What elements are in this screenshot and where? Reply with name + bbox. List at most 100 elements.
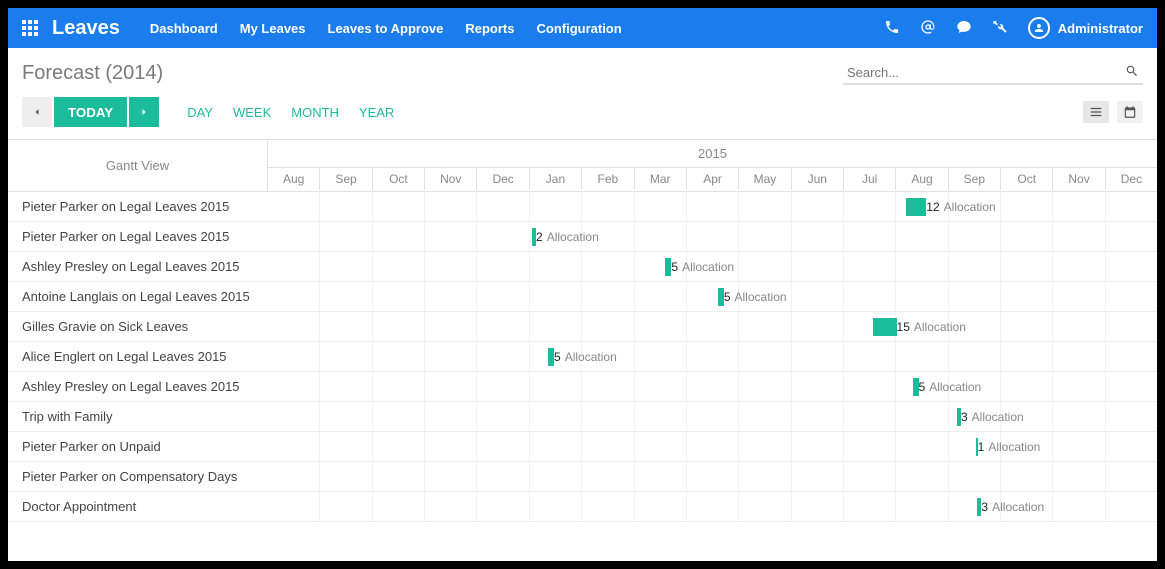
gantt-row-label: Pieter Parker on Compensatory Days (8, 469, 268, 484)
gantt-row: Ashley Presley on Legal Leaves 2015 5 All… (8, 372, 1157, 402)
main-menu: Dashboard My Leaves Leaves to Approve Re… (150, 21, 884, 36)
gantt-year-header: 2015 (268, 140, 1157, 168)
gantt-track: 5 Allocation (268, 342, 1157, 371)
search-box[interactable] (843, 62, 1143, 85)
nav-right-icons: Administrator (884, 17, 1143, 39)
gantt-row: Alice Englert on Legal Leaves 2015 5 Allo… (8, 342, 1157, 372)
gantt-row-label: Pieter Parker on Unpaid (8, 439, 268, 454)
chat-icon[interactable] (956, 19, 972, 38)
gantt-track: 5 Allocation (268, 282, 1157, 311)
next-button[interactable] (129, 97, 159, 127)
gantt-track: 5 Allocation (268, 252, 1157, 281)
allocation-bar[interactable] (906, 198, 926, 216)
apps-icon[interactable] (22, 20, 38, 36)
month-header-cell: Oct (372, 168, 424, 190)
range-year[interactable]: YEAR (359, 105, 394, 120)
tools-icon[interactable] (992, 19, 1008, 38)
gantt-track: 15 Allocation (268, 312, 1157, 341)
month-header-cell: Nov (1052, 168, 1104, 190)
month-header-cell: Jun (791, 168, 843, 190)
month-header-cell: Mar (634, 168, 686, 190)
gantt-track: 5 Allocation (268, 372, 1157, 401)
month-header-cell: Apr (686, 168, 738, 190)
gantt-row: Pieter Parker on Unpaid 1 Allocation (8, 432, 1157, 462)
month-header-cell: Oct (1000, 168, 1052, 190)
gantt-body: Pieter Parker on Legal Leaves 2015 12 All… (8, 192, 1157, 522)
menu-dashboard[interactable]: Dashboard (150, 21, 218, 36)
gantt-month-header: AugSepOctNovDecJanFebMarAprMayJunJulAugS… (268, 168, 1157, 190)
at-icon[interactable] (920, 19, 936, 38)
user-menu[interactable]: Administrator (1028, 17, 1143, 39)
gantt-track: 3 Allocation (268, 492, 1157, 521)
search-icon[interactable] (1125, 64, 1139, 81)
range-switcher: DAY WEEK MONTH YEAR (187, 105, 394, 120)
gantt-track: 1 Allocation (268, 432, 1157, 461)
gantt-row-label: Trip with Family (8, 409, 268, 424)
month-header-cell: Sep (948, 168, 1000, 190)
gantt-row-label: Doctor Appointment (8, 499, 268, 514)
search-input[interactable] (847, 65, 1125, 80)
gantt-row: Ashley Presley on Legal Leaves 2015 5 All… (8, 252, 1157, 282)
allocation-label: 12 Allocation (926, 198, 995, 216)
gantt-row: Antoine Langlais on Legal Leaves 2015 5 A… (8, 282, 1157, 312)
allocation-label: 5 Allocation (724, 288, 787, 306)
menu-reports[interactable]: Reports (465, 21, 514, 36)
range-week[interactable]: WEEK (233, 105, 271, 120)
gantt-row-label: Ashley Presley on Legal Leaves 2015 (8, 379, 268, 394)
month-header-cell: Dec (1105, 168, 1157, 190)
month-header-cell: Nov (424, 168, 476, 190)
gantt-row: Trip with Family 3 Allocation (8, 402, 1157, 432)
allocation-label: 2 Allocation (536, 228, 599, 246)
allocation-label: 3 Allocation (981, 498, 1044, 516)
month-header-cell: Sep (319, 168, 371, 190)
gantt-row: Pieter Parker on Legal Leaves 2015 12 All… (8, 192, 1157, 222)
gantt-row-label: Antoine Langlais on Legal Leaves 2015 (8, 289, 268, 304)
month-header-cell: Aug (268, 168, 319, 190)
gantt-row-label: Ashley Presley on Legal Leaves 2015 (8, 259, 268, 274)
allocation-label: 5 Allocation (671, 258, 734, 276)
gantt-row-label: Alice Englert on Legal Leaves 2015 (8, 349, 268, 364)
avatar-icon (1028, 17, 1050, 39)
month-header-cell: Jul (843, 168, 895, 190)
allocation-label: 1 Allocation (978, 438, 1041, 456)
month-header-cell: Jan (529, 168, 581, 190)
gantt-track: 3 Allocation (268, 402, 1157, 431)
gantt-header: Gantt View 2015 AugSepOctNovDecJanFebMar… (8, 140, 1157, 192)
allocation-label: 15 Allocation (897, 318, 966, 336)
list-view-icon[interactable] (1083, 101, 1109, 123)
allocation-label: 5 Allocation (919, 378, 982, 396)
month-header-cell: Aug (895, 168, 947, 190)
allocation-label: 3 Allocation (961, 408, 1024, 426)
gantt-track: 12 Allocation (268, 192, 1157, 221)
gantt-row-label: Gilles Gravie on Sick Leaves (8, 319, 268, 334)
month-header-cell: Feb (581, 168, 633, 190)
phone-icon[interactable] (884, 19, 900, 38)
allocation-bar[interactable] (873, 318, 897, 336)
view-switcher (1083, 101, 1143, 123)
gantt-left-header: Gantt View (8, 140, 268, 191)
menu-leaves-to-approve[interactable]: Leaves to Approve (328, 21, 444, 36)
gantt-row: Gilles Gravie on Sick Leaves 15 Allocatio… (8, 312, 1157, 342)
prev-button[interactable] (22, 97, 52, 127)
calendar-view-icon[interactable] (1117, 101, 1143, 123)
today-button[interactable]: TODAY (54, 97, 127, 127)
month-header-cell: May (738, 168, 790, 190)
gantt-row-label: Pieter Parker on Legal Leaves 2015 (8, 199, 268, 214)
range-month[interactable]: MONTH (291, 105, 339, 120)
gantt-row: Pieter Parker on Compensatory Days (8, 462, 1157, 492)
gantt-track (268, 462, 1157, 491)
controls-row: TODAY DAY WEEK MONTH YEAR (8, 93, 1157, 139)
gantt-row: Pieter Parker on Legal Leaves 2015 2 Allo… (8, 222, 1157, 252)
range-day[interactable]: DAY (187, 105, 213, 120)
gantt-chart: Gantt View 2015 AugSepOctNovDecJanFebMar… (8, 139, 1157, 522)
month-header-cell: Dec (476, 168, 528, 190)
brand-title: Leaves (52, 17, 120, 40)
gantt-row: Doctor Appointment 3 Allocation (8, 492, 1157, 522)
allocation-label: 5 Allocation (554, 348, 617, 366)
gantt-row-label: Pieter Parker on Legal Leaves 2015 (8, 229, 268, 244)
top-nav: Leaves Dashboard My Leaves Leaves to App… (8, 8, 1157, 48)
menu-configuration[interactable]: Configuration (536, 21, 621, 36)
menu-my-leaves[interactable]: My Leaves (240, 21, 306, 36)
gantt-track: 2 Allocation (268, 222, 1157, 251)
subheader: Forecast (2014) (8, 48, 1157, 93)
